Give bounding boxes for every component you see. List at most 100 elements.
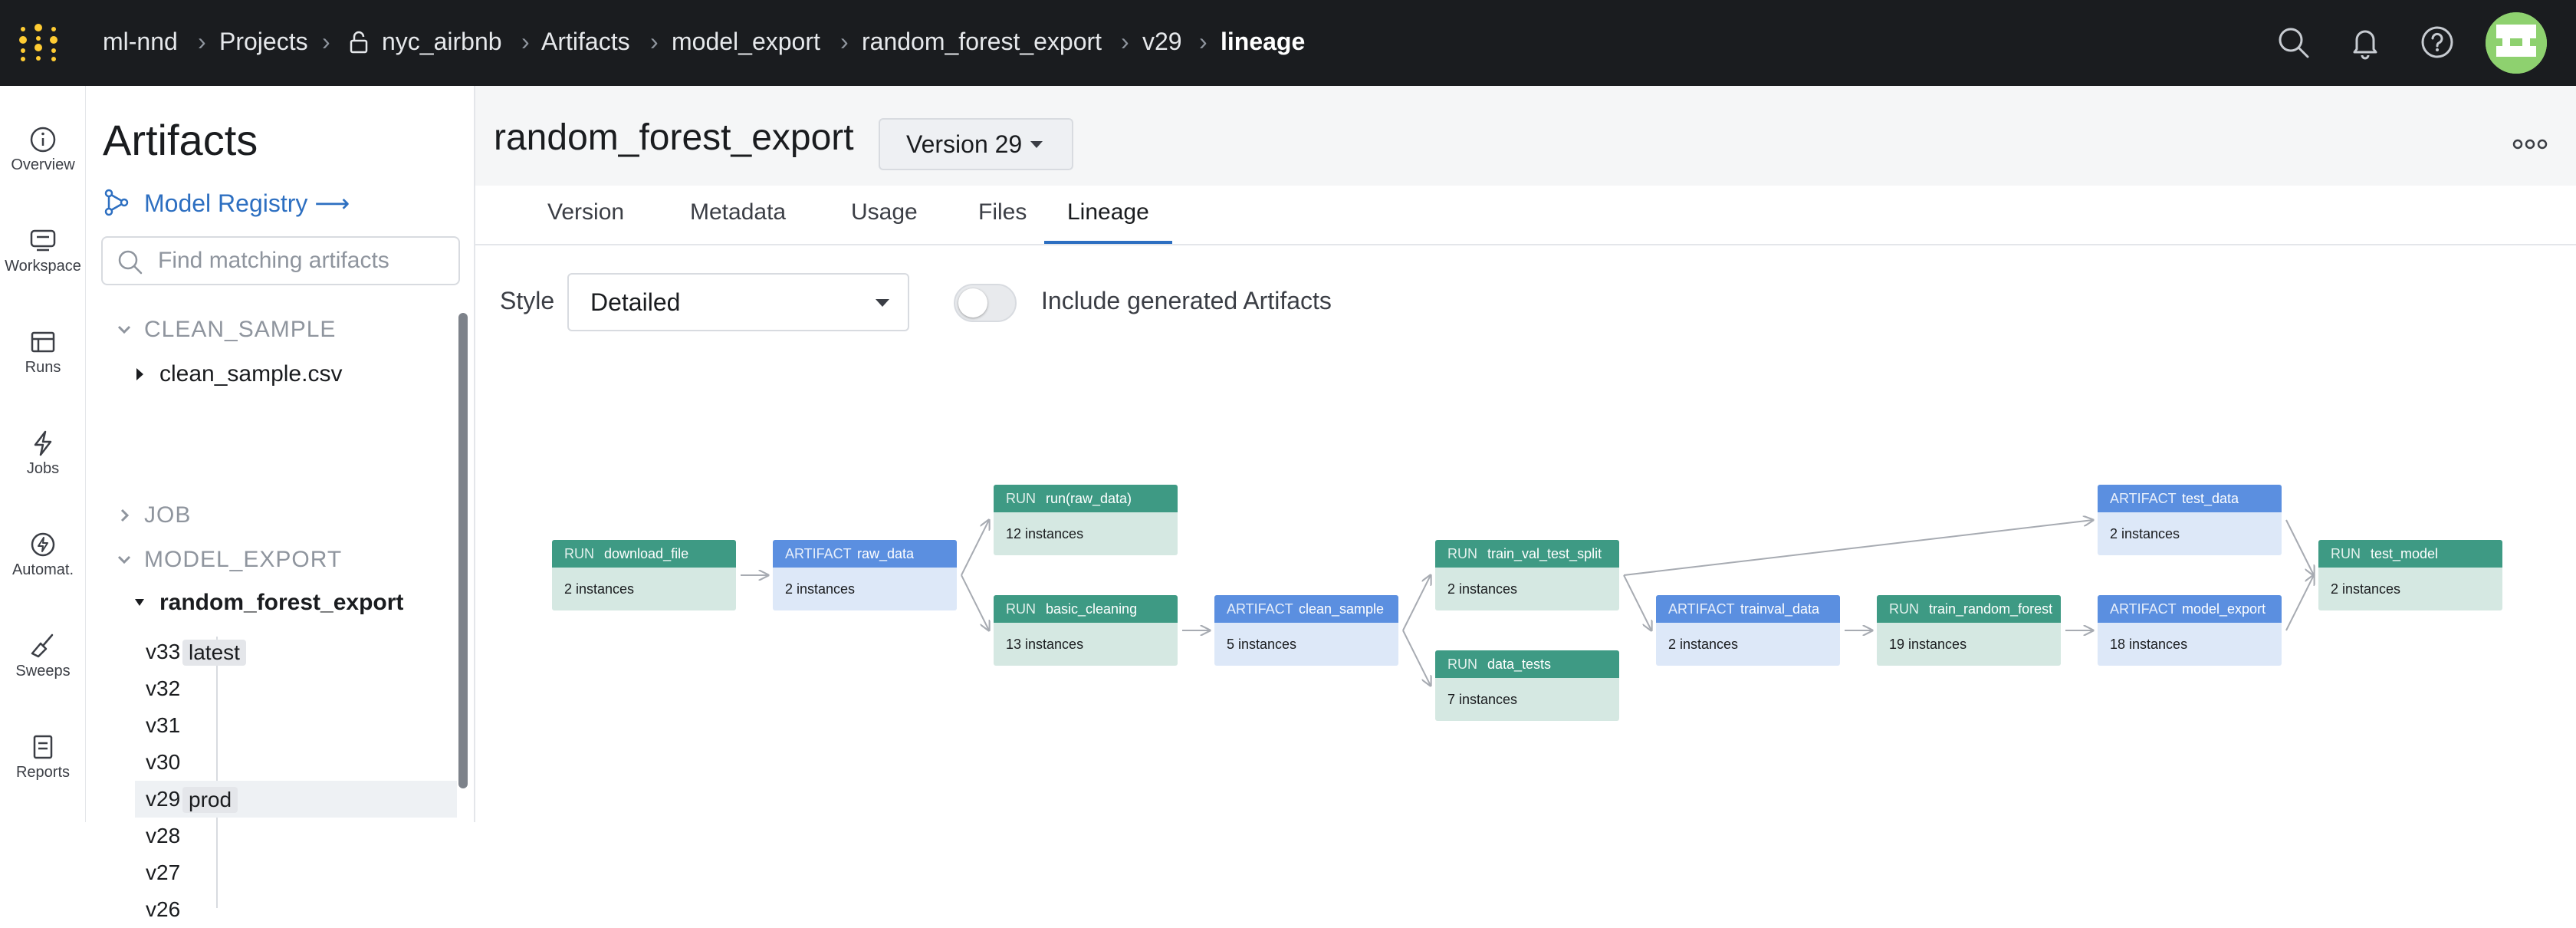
version-row-v31[interactable]: v31	[135, 707, 457, 744]
rail-sweeps[interactable]: Sweeps	[0, 614, 86, 706]
node-kind-label: RUN	[564, 546, 594, 561]
version-row-v26[interactable]: v26	[135, 891, 457, 928]
lineage-node-artifact[interactable]: ARTIFACT trainval_data 2 instances	[1656, 595, 1840, 666]
version-row-v28[interactable]: v28	[135, 818, 457, 854]
lineage-node-run[interactable]: RUN basic_cleaning 13 instances	[994, 595, 1178, 666]
node-name-label: data_tests	[1487, 657, 1552, 672]
node-instance-count: 18 instances	[2110, 637, 2188, 652]
version-label: v27	[146, 861, 181, 884]
version-row-v30[interactable]: v30	[135, 744, 457, 781]
lineage-edge	[1623, 520, 2093, 576]
breadcrumb-project[interactable]: nyc_airbnb	[382, 26, 502, 57]
search-icon[interactable]	[2275, 25, 2311, 60]
node-kind-label: ARTIFACT	[2110, 491, 2177, 506]
lineage-node-artifact[interactable]: ARTIFACT model_export 18 instances	[2098, 595, 2282, 666]
breadcrumb-version[interactable]: v29	[1142, 26, 1182, 57]
sidebar-title: Artifacts	[103, 116, 258, 164]
bell-icon[interactable]	[2348, 25, 2383, 60]
breadcrumb-separator: ›	[840, 28, 849, 55]
rail-runs[interactable]: Runs	[0, 310, 86, 402]
rail-reports[interactable]: Reports	[0, 715, 86, 807]
workspace-icon	[30, 229, 56, 252]
group-model-export[interactable]: MODEL_EXPORT	[101, 541, 462, 578]
artifact-item-label: clean_sample.csv	[159, 361, 343, 387]
sidebar-scrollbar[interactable]	[458, 313, 468, 788]
lineage-node-artifact[interactable]: ARTIFACT test_data 2 instances	[2098, 485, 2282, 555]
version-row-v29[interactable]: v29 prod	[135, 781, 457, 818]
breadcrumb-artifact-type[interactable]: model_export	[672, 26, 820, 57]
version-dropdown[interactable]: Version 29	[879, 118, 1073, 170]
breadcrumb-current-page: lineage	[1221, 28, 1306, 55]
tab-metadata[interactable]: Metadata	[690, 199, 786, 244]
version-label: v28	[146, 824, 181, 847]
node-instance-count: 2 instances	[1447, 581, 1518, 597]
style-dropdown[interactable]: Detailed	[567, 273, 909, 331]
node-body: 13 instances	[994, 623, 1178, 666]
version-row-v33[interactable]: v33 latest	[135, 633, 457, 670]
rail-workspace[interactable]: Workspace	[0, 209, 86, 301]
rail-jobs[interactable]: Jobs	[0, 411, 86, 503]
lock-icon	[350, 31, 368, 54]
version-row-v27[interactable]: v27	[135, 854, 457, 891]
tab-lineage[interactable]: Lineage	[1044, 199, 1172, 244]
rail-workspace-label: Workspace	[5, 258, 81, 275]
lineage-node-run[interactable]: RUN test_model 2 instances	[2318, 540, 2502, 610]
lineage-node-run[interactable]: RUN download_file 2 instances	[552, 540, 736, 610]
lineage-node-artifact[interactable]: ARTIFACT raw_data 2 instances	[773, 540, 957, 610]
group-clean-sample[interactable]: CLEAN_SAMPLE	[101, 311, 462, 348]
lineage-node-run[interactable]: RUN train_random_forest 19 instances	[1877, 595, 2061, 666]
group-job[interactable]: JOB	[101, 497, 462, 534]
chevron-down-icon	[117, 555, 131, 564]
tab-files[interactable]: Files	[978, 199, 1027, 244]
node-name-label: test_data	[2182, 491, 2239, 506]
version-row-v32[interactable]: v32	[135, 670, 457, 707]
artifact-item-random-forest-export[interactable]: random_forest_export	[117, 584, 477, 621]
rail-automations-label: Automat.	[12, 561, 74, 578]
help-icon[interactable]	[2420, 25, 2455, 60]
version-label: v31	[146, 713, 181, 737]
node-header: RUN run(raw_data)	[994, 485, 1178, 512]
tab-usage[interactable]: Usage	[851, 199, 918, 244]
rail-overview[interactable]: Overview	[0, 107, 86, 199]
lineage-node-run[interactable]: RUN train_val_test_split 2 instances	[1435, 540, 1619, 610]
lineage-edge	[1623, 574, 1651, 630]
node-instance-count: 12 instances	[1006, 526, 1084, 541]
breadcrumb-artifact-name[interactable]: random_forest_export	[862, 26, 1102, 57]
breadcrumb-artifacts[interactable]: Artifacts	[541, 26, 630, 57]
node-body: 2 instances	[2098, 512, 2282, 555]
node-body: 2 instances	[552, 568, 736, 610]
node-header: RUN download_file	[552, 540, 736, 568]
node-body: 2 instances	[1656, 623, 1840, 666]
node-instance-count: 13 instances	[1006, 637, 1084, 652]
breadcrumb-separator: ›	[650, 28, 659, 55]
include-generated-toggle[interactable]	[954, 284, 1017, 322]
node-kind-label: RUN	[1006, 491, 1036, 506]
wandb-logo-icon[interactable]	[17, 23, 60, 63]
breadcrumb-entity[interactable]: ml-nnd	[103, 26, 178, 57]
caret-down-icon	[1030, 141, 1043, 148]
style-dropdown-value: Detailed	[590, 288, 681, 316]
lineage-node-run[interactable]: RUN data_tests 7 instances	[1435, 650, 1619, 721]
version-label: v33	[146, 640, 181, 663]
rail-runs-label: Runs	[25, 359, 61, 376]
tab-version[interactable]: Version	[547, 199, 624, 244]
search-icon	[118, 250, 143, 275]
group-label: JOB	[144, 502, 192, 528]
breadcrumb-projects[interactable]: Projects	[219, 26, 308, 57]
breadcrumb-separator: ›	[1121, 28, 1129, 55]
rail-automations[interactable]: Automat.	[0, 512, 86, 604]
rail-overview-label: Overview	[11, 156, 75, 173]
artifact-item-clean-sample-csv[interactable]: clean_sample.csv	[117, 356, 477, 393]
node-header: ARTIFACT raw_data	[773, 540, 957, 568]
node-body: 7 instances	[1435, 678, 1619, 721]
artifact-search-input[interactable]	[156, 244, 448, 278]
node-kind-label: RUN	[1447, 546, 1477, 561]
caret-down-icon	[135, 599, 144, 606]
lineage-node-artifact[interactable]: ARTIFACT clean_sample 5 instances	[1214, 595, 1398, 666]
registry-icon	[104, 189, 129, 216]
more-options-icon[interactable]	[2509, 135, 2551, 153]
lineage-node-run[interactable]: RUN run(raw_data) 12 instances	[994, 485, 1178, 555]
lightning-icon	[34, 430, 52, 456]
node-header: RUN data_tests	[1435, 650, 1619, 678]
avatar[interactable]	[2486, 12, 2547, 74]
